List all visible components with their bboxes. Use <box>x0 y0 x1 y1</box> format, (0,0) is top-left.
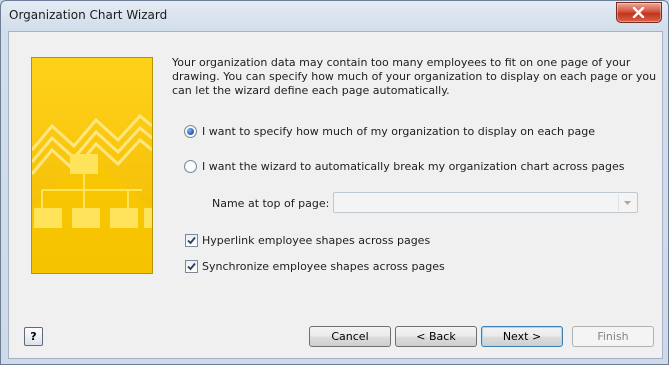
checkmark-icon <box>187 262 196 271</box>
synchronize-label: Synchronize employee shapes across pages <box>202 260 445 273</box>
auto-break-label: I want the wizard to automatically break… <box>202 160 625 173</box>
next-button[interactable]: Next > <box>481 326 563 347</box>
hyperlink-option[interactable]: Hyperlink employee shapes across pages <box>185 234 430 247</box>
auto-break-option[interactable]: I want the wizard to automatically break… <box>184 160 625 173</box>
title-bar[interactable]: Organization Chart Wizard <box>1 1 668 31</box>
back-button[interactable]: < Back <box>395 326 477 347</box>
close-button[interactable] <box>616 2 662 23</box>
finish-button[interactable]: Finish <box>572 326 654 347</box>
close-icon <box>632 7 645 18</box>
name-at-top-label: Name at top of page: <box>212 197 330 210</box>
auto-break-radio[interactable] <box>184 160 197 173</box>
name-at-top-dropdown[interactable] <box>333 192 638 213</box>
specify-per-page-option[interactable]: I want to specify how much of my organiz… <box>184 125 595 138</box>
dropdown-arrow-button[interactable] <box>618 194 636 211</box>
synchronize-checkbox[interactable] <box>185 260 198 273</box>
intro-text: Your organization data may contain too m… <box>172 56 657 97</box>
specify-per-page-label: I want to specify how much of my organiz… <box>202 125 595 138</box>
window-title: Organization Chart Wizard <box>9 8 168 22</box>
cancel-button[interactable]: Cancel <box>309 326 391 347</box>
chevron-down-icon <box>624 201 631 205</box>
help-button[interactable]: ? <box>24 327 43 346</box>
wizard-banner-image <box>31 57 153 274</box>
wizard-window: Organization Chart Wizard Your organizat… <box>0 0 669 365</box>
synchronize-option[interactable]: Synchronize employee shapes across pages <box>185 260 445 273</box>
hyperlink-label: Hyperlink employee shapes across pages <box>202 234 431 247</box>
help-icon: ? <box>30 330 37 343</box>
specify-per-page-radio[interactable] <box>184 125 197 138</box>
dialog-body: Your organization data may contain too m… <box>8 31 663 359</box>
checkmark-icon <box>187 236 196 245</box>
hyperlink-checkbox[interactable] <box>185 234 198 247</box>
